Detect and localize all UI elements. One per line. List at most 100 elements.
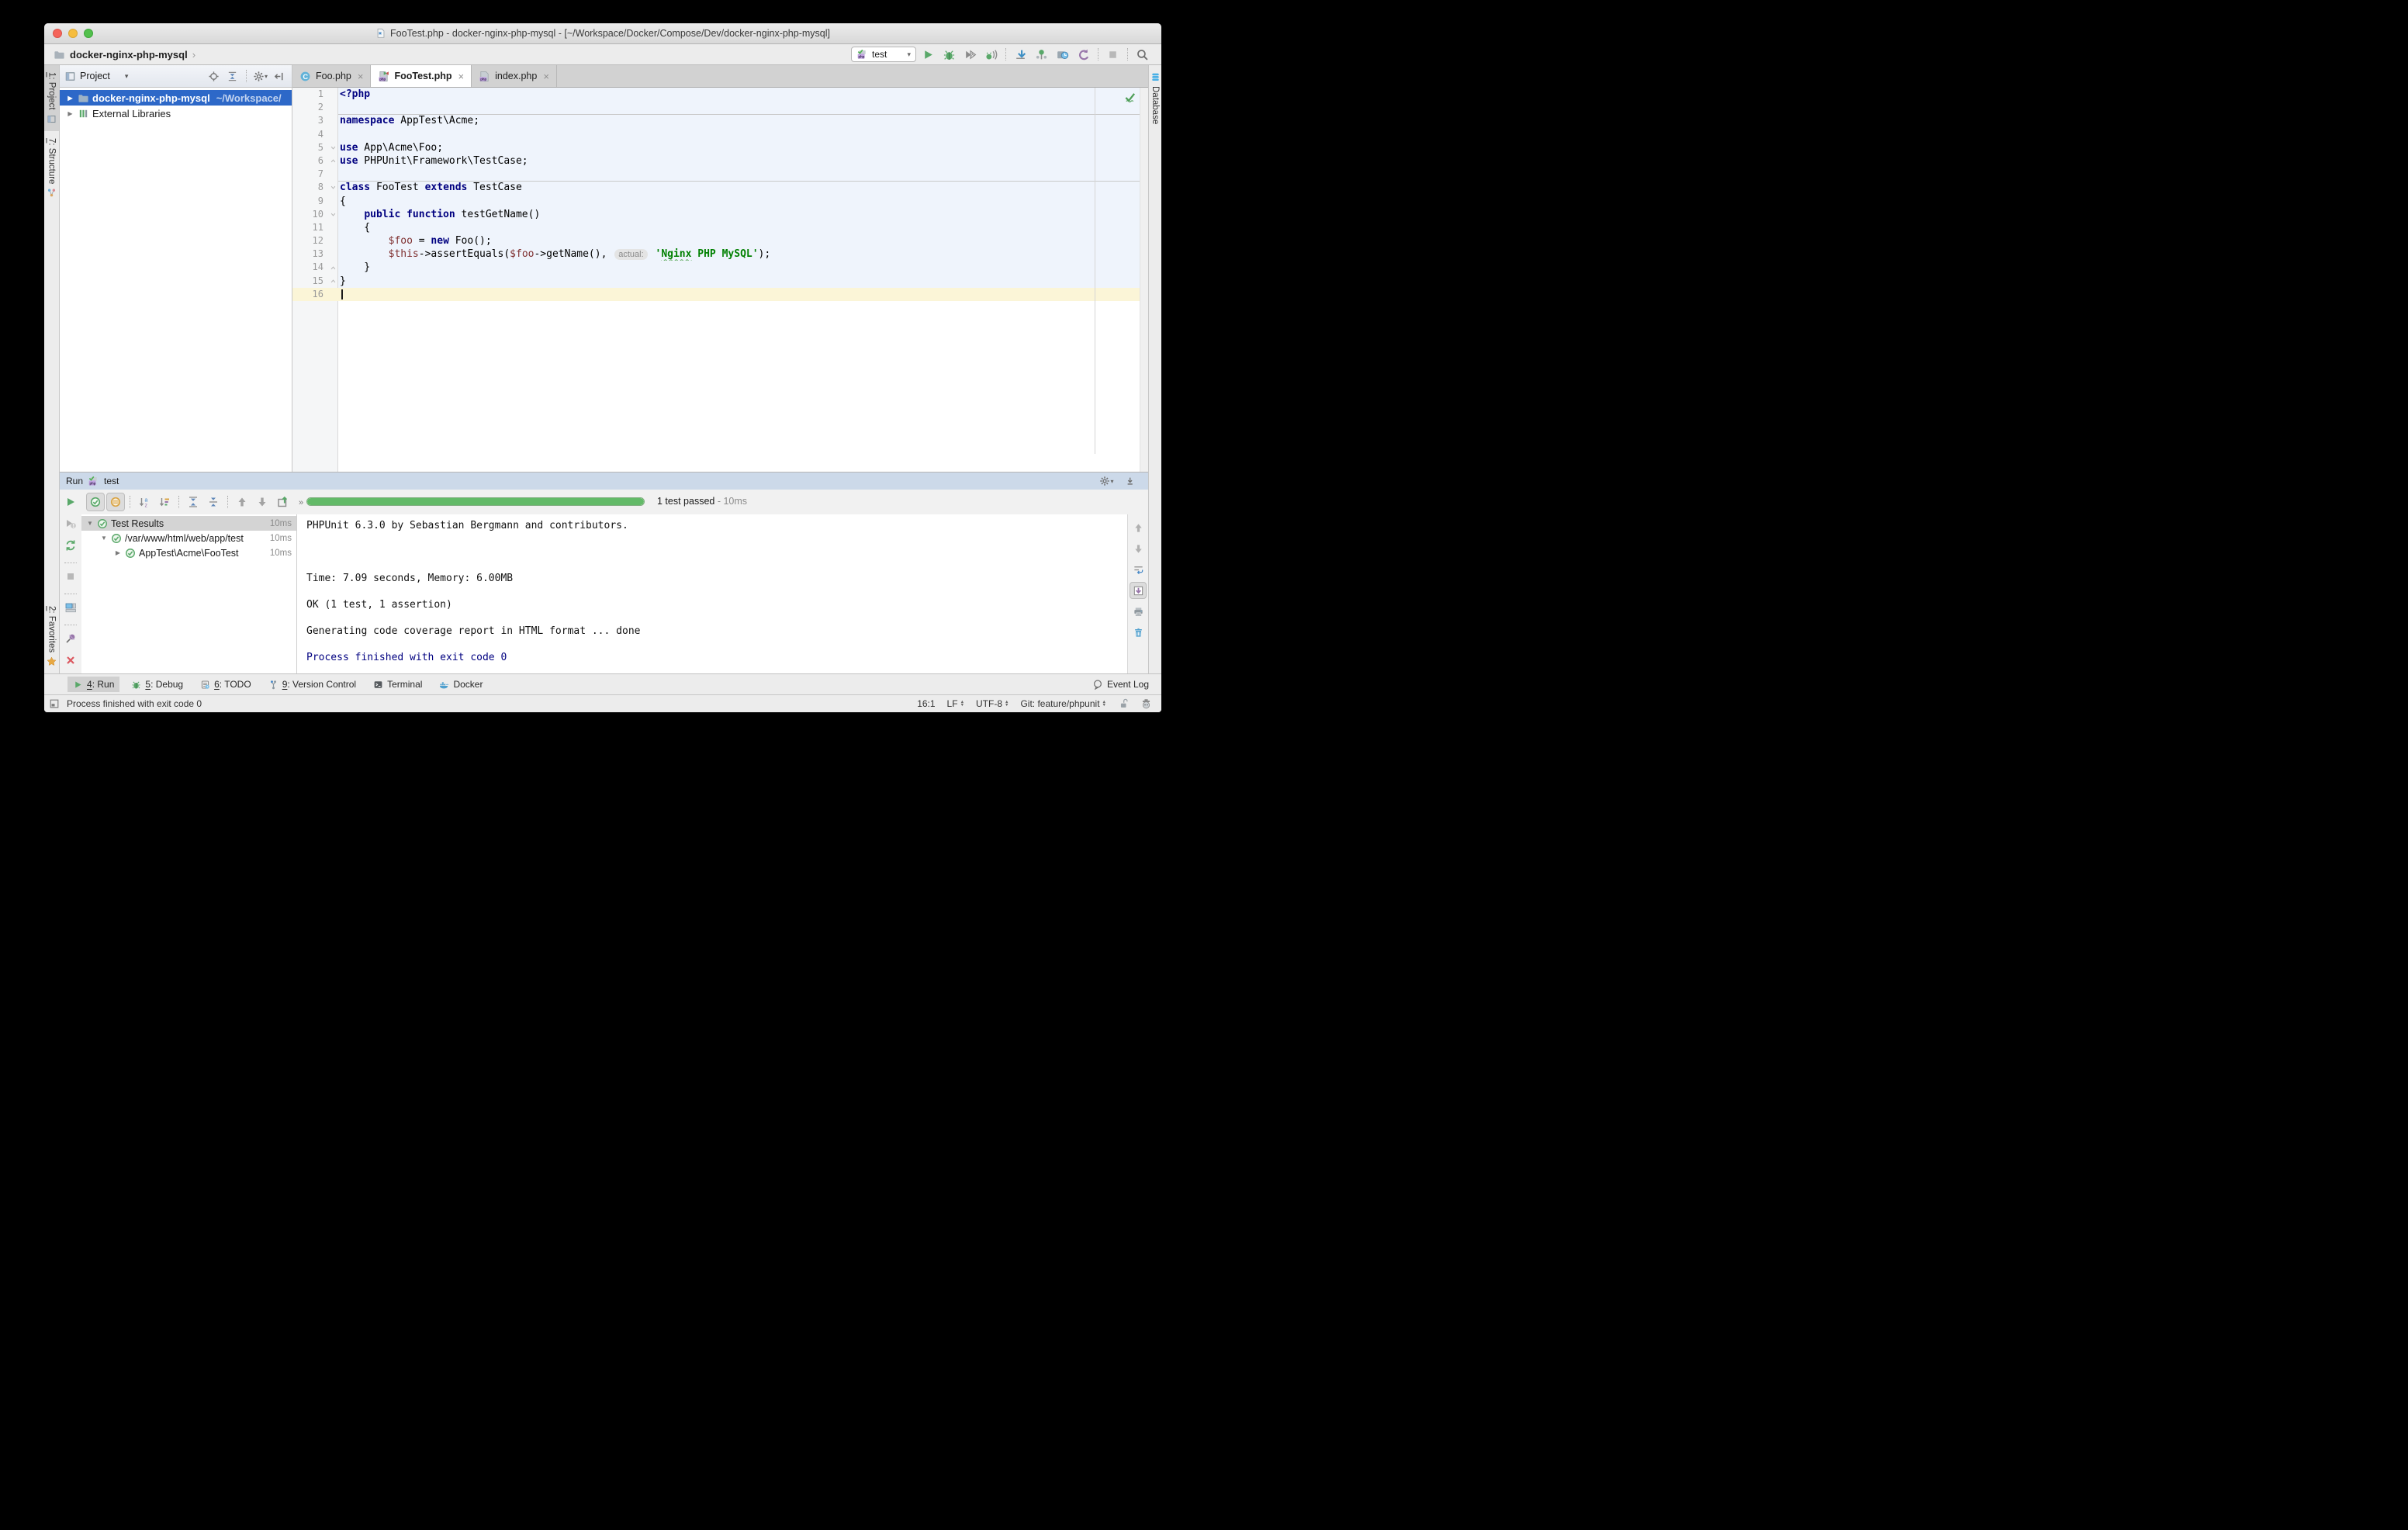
next-failed-button[interactable] [253, 493, 272, 511]
fold-marker-icon[interactable] [328, 154, 338, 168]
close-tab-icon[interactable]: × [458, 71, 465, 82]
search-button[interactable] [1133, 46, 1152, 63]
fold-marker-icon[interactable] [328, 141, 338, 154]
prev-failed-button[interactable] [233, 493, 251, 511]
stop-button[interactable] [1103, 46, 1123, 63]
tab-index-php[interactable]: phpindex.php× [472, 65, 557, 87]
fold-marker-icon[interactable] [328, 261, 338, 274]
code-editor[interactable]: 1<?php23namespace AppTest\Acme;45use App… [292, 88, 1148, 472]
close-tab-icon[interactable]: × [358, 71, 364, 82]
fold-marker-icon[interactable] [328, 181, 338, 194]
lock-open-icon[interactable] [1118, 698, 1129, 709]
stripe-button-7-structure[interactable]: 7: Structure [44, 131, 59, 205]
clear-button[interactable] [1130, 624, 1147, 641]
hide-down-button[interactable] [1123, 473, 1139, 490]
project-tree-item[interactable]: ▶docker-nginx-php-mysql~/Workspace/ [60, 90, 292, 106]
toolwindow-button-docker[interactable]: Docker [434, 677, 488, 692]
test-tree-item[interactable]: ▼Test Results10ms [81, 516, 296, 531]
chevron-down-icon[interactable]: ▾ [125, 72, 129, 81]
breadcrumb[interactable]: docker-nginx-php-mysql › [54, 49, 195, 61]
code-line-12[interactable]: 12 $foo = new Foo(); [292, 234, 1148, 248]
auto-test-button[interactable] [64, 539, 77, 556]
close-tab-icon[interactable]: × [543, 71, 549, 82]
code-line-1[interactable]: 1<?php [292, 88, 1148, 101]
close-button[interactable] [64, 654, 77, 670]
coverage-button[interactable] [960, 46, 980, 63]
test-tree-item[interactable]: ▶AppTest\Acme\FooTest10ms [81, 545, 296, 560]
expand-all-button[interactable] [184, 493, 202, 511]
code-line-14[interactable]: 14 } [292, 261, 1148, 274]
collapsed-arrow-icon[interactable]: ▶ [66, 110, 74, 117]
toolwindow-button-9-version-control[interactable]: 9: Version Control [263, 677, 362, 692]
print-button[interactable] [1130, 603, 1147, 620]
code-line-5[interactable]: 5use App\Acme\Foo; [292, 141, 1148, 154]
code-line-13[interactable]: 13 $this->assertEquals($foo->getName(), … [292, 248, 1148, 261]
hector-inspector-icon[interactable] [1140, 698, 1152, 710]
show-ignored-button[interactable] [106, 493, 125, 511]
test-tree-item[interactable]: ▼/var/www/html/web/app/test10ms [81, 531, 296, 545]
code-line-10[interactable]: 10 public function testGetName() [292, 208, 1148, 221]
minimize-window-button[interactable] [68, 29, 78, 38]
git-branch-widget[interactable]: Git: feature/phpunit▲▼ [1020, 698, 1106, 709]
recent-changes-button[interactable] [1053, 46, 1072, 63]
code-line-7[interactable]: 7 [292, 168, 1148, 181]
stripe-button-1-project[interactable]: 1: Project [44, 65, 59, 131]
code-line-3[interactable]: 3namespace AppTest\Acme; [292, 114, 1148, 127]
hide-left-button[interactable] [271, 68, 287, 85]
code-line-2[interactable]: 2 [292, 101, 1148, 114]
code-line-9[interactable]: 9{ [292, 195, 1148, 208]
tab-foo-php[interactable]: CFoo.php× [292, 65, 371, 87]
collapsed-arrow-icon[interactable]: ▶ [114, 549, 122, 556]
code-line-11[interactable]: 11 { [292, 221, 1148, 234]
encoding-widget[interactable]: UTF-8▲▼ [976, 698, 1009, 709]
tool-window-toggle-icon[interactable] [49, 698, 60, 709]
project-tree-item[interactable]: ▶External Libraries [60, 106, 292, 121]
zoom-window-button[interactable] [84, 29, 93, 38]
update-project-button[interactable] [1011, 46, 1030, 63]
expanded-arrow-icon[interactable]: ▼ [100, 535, 108, 542]
collapsed-arrow-icon[interactable]: ▶ [66, 95, 74, 102]
soft-wrap-button[interactable] [1130, 561, 1147, 578]
rollback-button[interactable] [1074, 46, 1093, 63]
rerun-failed-button[interactable]: ! [64, 518, 77, 534]
line-ending-widget[interactable]: LF▲▼ [947, 698, 964, 709]
collapse-all-button[interactable] [224, 68, 240, 85]
fold-marker-icon[interactable] [328, 275, 338, 288]
inspections-ok-icon[interactable] [1124, 92, 1136, 103]
code-line-6[interactable]: 6use PHPUnit\Framework\TestCase; [292, 154, 1148, 168]
fold-marker-icon[interactable] [328, 208, 338, 221]
commit-changes-button[interactable] [1032, 46, 1051, 63]
stop-button[interactable] [64, 570, 77, 587]
stripe-button-database[interactable]: Database [1149, 65, 1161, 131]
profiler-button[interactable] [981, 46, 1001, 63]
settings-button[interactable]: ▾ [252, 68, 268, 85]
settings-button[interactable]: ▾ [1098, 473, 1115, 490]
toolwindow-button-4-run[interactable]: 4: Run [67, 677, 119, 692]
down-gray-button[interactable] [1130, 540, 1147, 557]
toolwindow-button-5-debug[interactable]: 5: Debug [126, 677, 189, 692]
run-configuration-select[interactable]: php test ▾ [851, 47, 916, 62]
run-button[interactable] [919, 46, 938, 63]
code-line-16[interactable]: 16 [292, 288, 1148, 301]
locate-button[interactable] [206, 68, 222, 85]
editor-scrollbar[interactable] [1140, 88, 1148, 472]
event-log-button[interactable]: Event Log [1092, 679, 1149, 690]
expanded-arrow-icon[interactable]: ▼ [86, 520, 94, 527]
code-line-4[interactable]: 4 [292, 128, 1148, 141]
sort-alpha-button[interactable]: az [135, 493, 154, 511]
close-window-button[interactable] [53, 29, 62, 38]
toolwindow-button-terminal[interactable]: Terminal [368, 677, 427, 692]
debug-button[interactable] [939, 46, 959, 63]
toolwindow-button-6-todo[interactable]: 6: TODO [195, 677, 257, 692]
collapse-tree-button[interactable] [204, 493, 223, 511]
stripe-button-2-favorites[interactable]: 2: Favorites [44, 599, 59, 673]
code-line-15[interactable]: 15} [292, 275, 1148, 288]
show-passed-button[interactable] [86, 493, 105, 511]
up-gray-button[interactable] [1130, 519, 1147, 536]
scroll-end-button[interactable] [1130, 582, 1147, 599]
sort-duration-button[interactable] [155, 493, 174, 511]
rerun-button[interactable] [64, 496, 77, 512]
import-tests-button[interactable] [273, 493, 292, 511]
restore-layout-button[interactable] [64, 601, 77, 618]
pin-button[interactable] [64, 632, 77, 649]
